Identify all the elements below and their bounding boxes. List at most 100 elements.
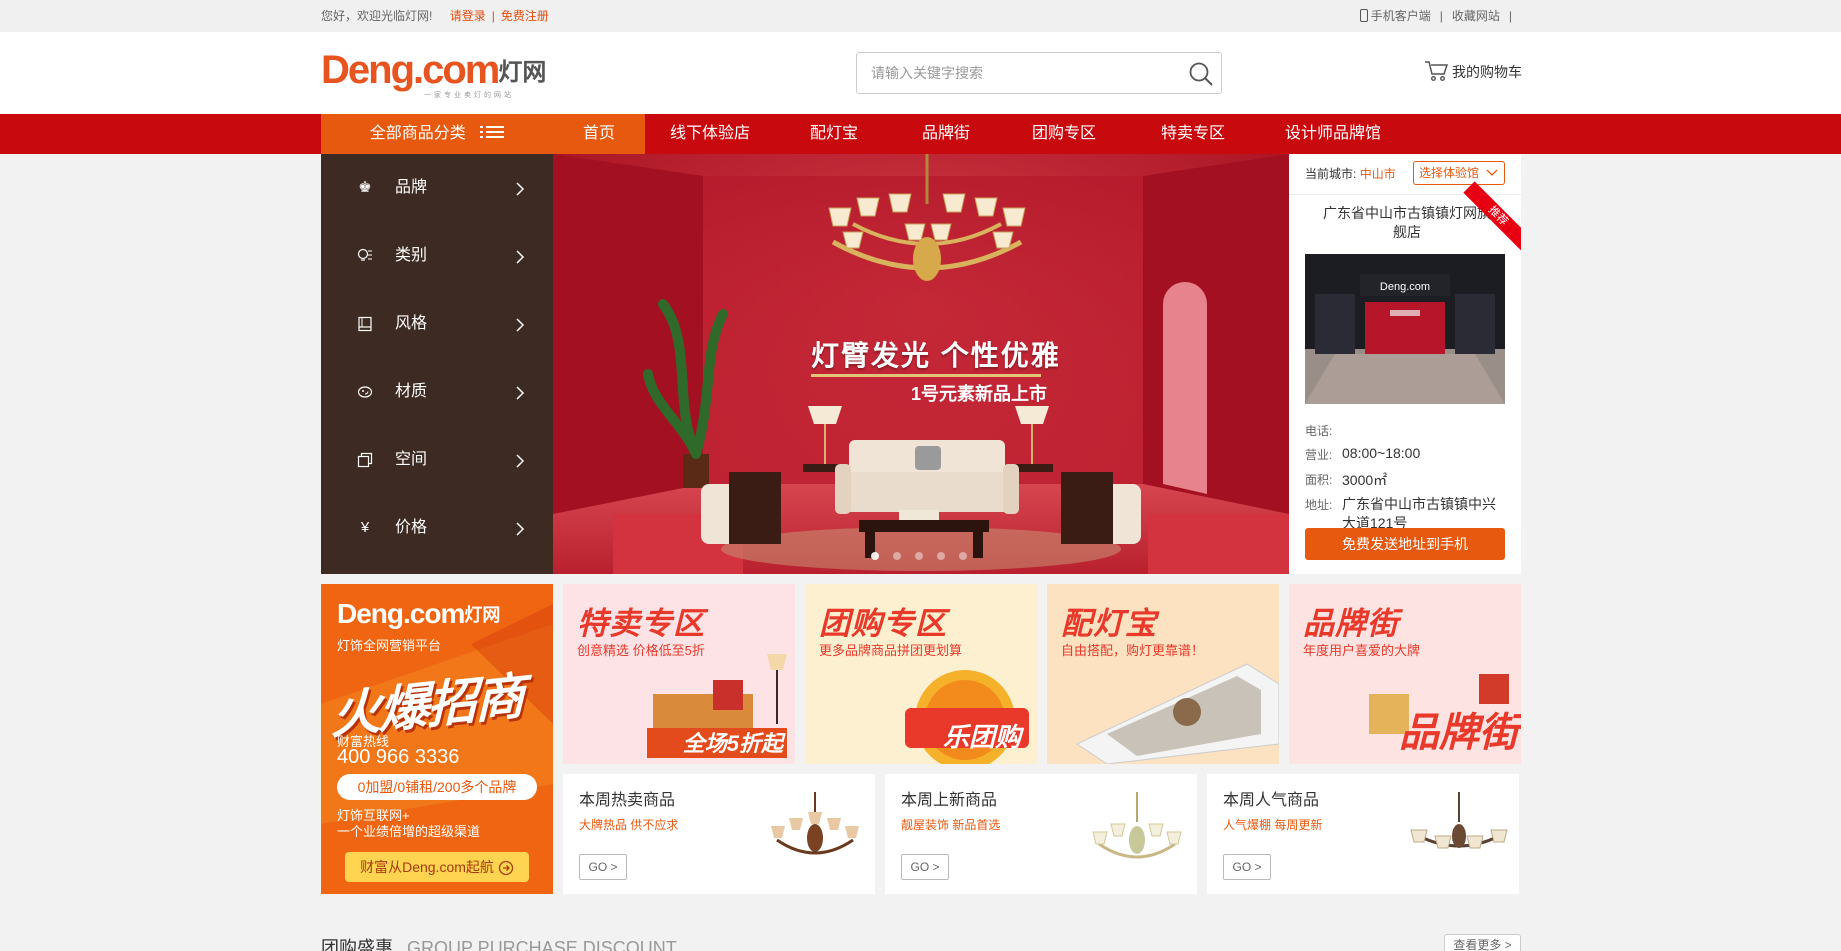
go-button[interactable]: GO > [901, 854, 949, 880]
welcome-text: 您好，欢迎光临灯网! [321, 9, 433, 23]
promo-net: 灯饰互联网+ 一个业绩倍增的超级渠道 [337, 808, 481, 839]
promo-logo: Deng.com灯网 [337, 598, 501, 629]
store-sign-text: Deng.com [1380, 281, 1430, 293]
sidebar-item-price[interactable]: ¥ 价格 [321, 494, 553, 562]
banner-dot[interactable] [959, 552, 967, 560]
mobile-client-link[interactable]: 手机客户端 [1359, 9, 1431, 23]
banner-subtitle: 1号元素新品上市 [911, 384, 1048, 404]
current-city: 当前城市: 中山市 [1305, 167, 1396, 181]
go-button[interactable]: GO > [1223, 854, 1271, 880]
card-subtitle: 靓屋装饰 新品首选 [901, 818, 1001, 832]
zone-subtitle: 创意精选 价格低至5折 [577, 643, 705, 658]
favorite-link[interactable]: 收藏网站 [1452, 9, 1500, 23]
nav-item-flash-sale[interactable]: 特卖专区 [1129, 114, 1257, 154]
zone-badge: 乐团购 [942, 722, 1021, 752]
crown-icon: ♚ [358, 179, 372, 196]
card-title: 本周人气商品 [1223, 792, 1320, 809]
sidebar-item-material[interactable]: 材质 [321, 358, 553, 426]
store-address: 地址: 广东省中山市古镇镇中兴大道121号 [1305, 496, 1496, 531]
cart-link[interactable]: 我的购物车 [1424, 60, 1522, 82]
sidebar-item-category[interactable]: 类别 [321, 222, 553, 290]
sidebar-item-space[interactable]: 空间 [321, 426, 553, 494]
space-icon [357, 452, 373, 468]
top-bar: 您好，欢迎光临灯网! 请登录 | 免费注册 手机客户端 | 收藏网站 | [0, 0, 1841, 32]
site-logo[interactable]: Deng.com灯网 一家专业卖灯的网站 [321, 49, 561, 99]
zone-subtitle: 自由搭配，购灯更靠谱！ [1061, 643, 1205, 658]
book-icon [357, 316, 373, 332]
login-link[interactable]: 请登录 [450, 9, 486, 23]
view-more-button[interactable]: 查看更多 > [1444, 934, 1521, 951]
chevron-right-icon [516, 454, 525, 468]
chevron-right-icon [516, 182, 525, 196]
zone-badge: 全场5折起 [682, 731, 783, 756]
zone-subtitle: 年度用户喜爱的大牌 [1303, 643, 1421, 658]
logo-tagline: 一家专业卖灯的网站 [424, 92, 514, 99]
store-photo[interactable]: Deng.com [1305, 254, 1505, 404]
zone-flash-sale[interactable]: 特卖专区 创意精选 价格低至5折 全场5折起 [563, 584, 795, 764]
sidebar-item-style[interactable]: 风格 [321, 290, 553, 358]
chandelier-image [1410, 792, 1508, 849]
banner-dot[interactable] [915, 552, 923, 560]
store-select-dropdown[interactable]: 选择体验馆 [1413, 161, 1505, 185]
weekly-hot-card[interactable]: 本周热卖商品 大牌热品 供不应求 GO > [563, 774, 875, 894]
search-box [856, 52, 1222, 94]
zone-title: 团购专区 [819, 606, 947, 641]
promo-hotline: 400 966 3336 [337, 746, 460, 768]
banner-dot[interactable] [937, 552, 945, 560]
banner-title: 灯臂发光 个性优雅 [811, 340, 1061, 371]
welcome-links: 您好，欢迎光临灯网! 请登录 | 免费注册 [321, 9, 549, 23]
top-right-links: 手机客户端 | 收藏网站 | [1359, 0, 1521, 32]
nav-item-group-buy[interactable]: 团购专区 [999, 114, 1129, 154]
nav-item-brand-street[interactable]: 品牌街 [893, 114, 999, 154]
sidebar-item-brand[interactable]: ♚ 品牌 [321, 154, 553, 222]
chevron-right-icon [516, 522, 525, 536]
card-subtitle: 人气爆棚 每周更新 [1223, 818, 1323, 832]
banner-pagination [871, 552, 967, 560]
all-categories-button[interactable]: 全部商品分类 [321, 114, 553, 154]
chevron-right-icon [516, 250, 525, 264]
zone-title: 配灯宝 [1061, 606, 1157, 641]
hero-banner[interactable]: 灯臂发光 个性优雅 1号元素新品上市 [553, 154, 1289, 574]
card-title: 本周热卖商品 [579, 792, 676, 809]
menu-icon [480, 124, 505, 140]
store-phone: 电话: [1305, 424, 1333, 438]
nav-item-offline-stores[interactable]: 线下体验店 [645, 114, 775, 154]
chandelier-image [1092, 792, 1182, 859]
card-subtitle: 大牌热品 供不应求 [579, 818, 679, 832]
nav-item-designer-brands[interactable]: 设计师品牌馆 [1257, 114, 1409, 154]
phone-icon [1359, 9, 1368, 22]
category-sidebar: ♚ 品牌 类别 风格 材质 空间 ¥ 价格 [321, 154, 553, 574]
chandelier-image [771, 792, 859, 855]
zone-brand-street[interactable]: 品牌街 年度用户喜爱的大牌 品牌街 [1289, 584, 1521, 764]
search-input[interactable] [857, 53, 1177, 93]
zone-group-buy[interactable]: 团购专区 更多品牌商品拼团更划算 乐团购 [805, 584, 1037, 764]
cart-icon [1425, 61, 1449, 82]
city-value[interactable]: 中山市 [1360, 167, 1396, 181]
search-icon[interactable] [1187, 60, 1215, 88]
promo-start-button[interactable]: 财富从Deng.com起航 [345, 852, 529, 882]
send-address-button[interactable]: 免费发送地址到手机 [1305, 528, 1505, 560]
zone-lighting-match[interactable]: 配灯宝 自由搭配，购灯更靠谱！ [1047, 584, 1279, 764]
card-title: 本周上新商品 [901, 792, 998, 809]
store-hours: 营业: 08:00~18:00 [1305, 445, 1421, 462]
nav-item-home[interactable]: 首页 [553, 114, 645, 154]
main-nav: 全部商品分类 首页 线下体验店 配灯宝 品牌街 团购专区 特卖专区 设计师品牌馆 [0, 114, 1841, 154]
chevron-right-icon [516, 386, 525, 400]
weekly-new-card[interactable]: 本周上新商品 靓屋装饰 新品首选 GO > [885, 774, 1197, 894]
store-area: 面积: 3000㎡ [1305, 472, 1388, 488]
go-button[interactable]: GO > [579, 854, 627, 880]
nav-item-lighting-match[interactable]: 配灯宝 [775, 114, 893, 154]
chevron-right-icon [516, 318, 525, 332]
store-name[interactable]: 广东省中山市古镇镇灯网旗舰店 [1317, 204, 1497, 242]
banner-dot[interactable] [871, 552, 879, 560]
yen-icon: ¥ [360, 519, 370, 536]
weekly-popular-card[interactable]: 本周人气商品 人气爆棚 每周更新 GO > [1207, 774, 1519, 894]
nav-items: 首页 线下体验店 配灯宝 品牌街 团购专区 特卖专区 设计师品牌馆 [553, 114, 1409, 154]
franchise-promo[interactable]: Deng.com灯网 灯饰全网营销平台 火爆招商 财富热线 400 966 33… [321, 584, 553, 894]
bulb-icon [357, 248, 373, 264]
banner-dot[interactable] [893, 552, 901, 560]
register-link[interactable]: 免费注册 [501, 9, 549, 23]
zone-title: 特卖专区 [577, 606, 705, 641]
chevron-down-icon [1486, 169, 1498, 176]
zone-badge: 品牌街 [1399, 711, 1519, 755]
